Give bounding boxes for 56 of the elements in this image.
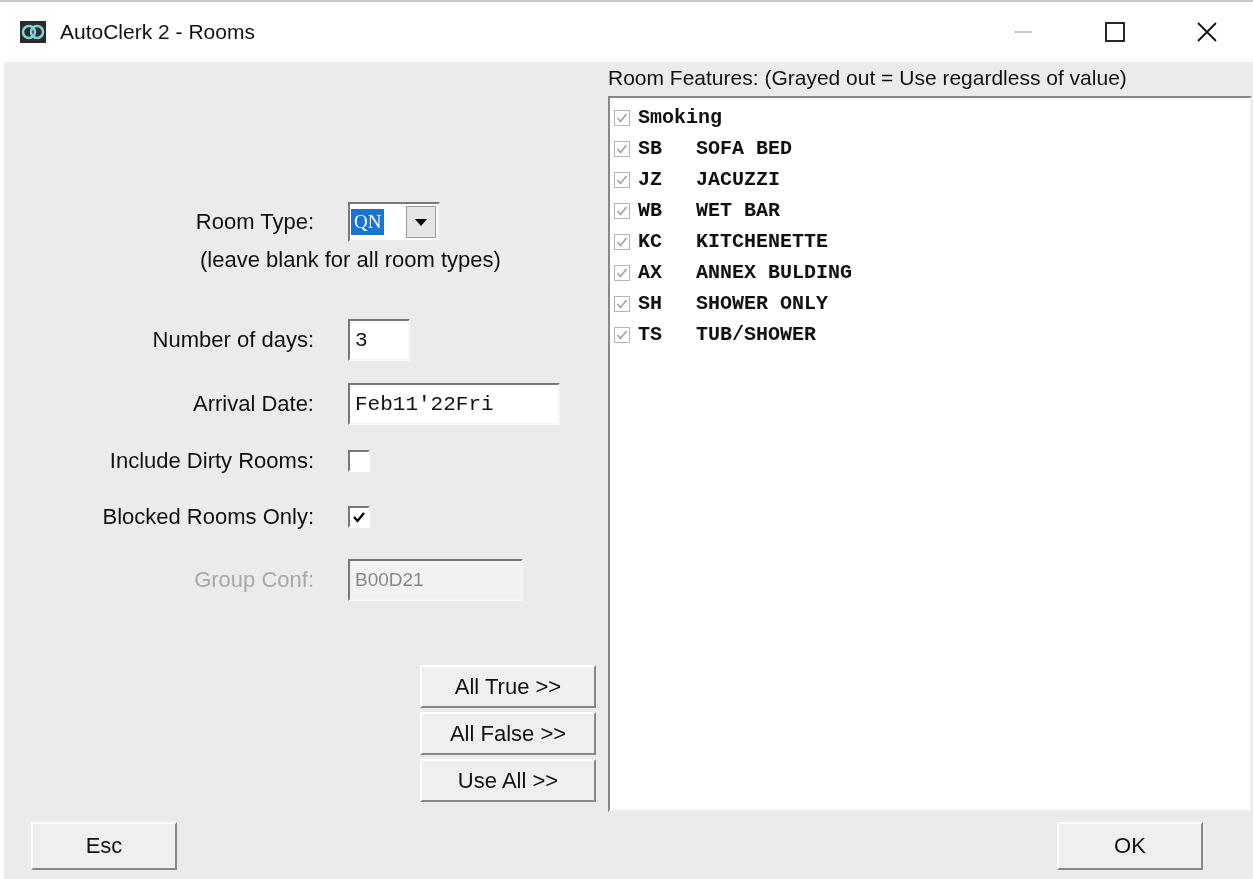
checkbox[interactable] [614, 233, 630, 250]
close-icon [1196, 21, 1218, 43]
field-label: Include Dirty Rooms: [108, 448, 314, 474]
feature-name: TUB/SHOWER [696, 323, 817, 346]
feature-name: JACUZZI [696, 168, 780, 191]
checkbox[interactable] [614, 109, 630, 126]
feature-name: SHOWER ONLY [696, 292, 829, 315]
feature-item[interactable]: Smoking [614, 102, 722, 133]
feature-code: SH [638, 292, 663, 315]
dropdown-value: QN [351, 209, 385, 235]
checkbox[interactable] [348, 506, 370, 528]
feature-item[interactable]: WB WET BAR [614, 195, 780, 226]
checkbox[interactable] [614, 264, 630, 281]
checkbox[interactable] [614, 171, 630, 188]
esc-button[interactable]: Esc [31, 822, 177, 870]
text-field[interactable]: 3 [348, 319, 410, 361]
app-logo-icon [20, 21, 46, 43]
minimize-icon [1014, 31, 1032, 33]
feature-code: AX [638, 261, 663, 284]
text-field[interactable]: Feb11'22Fri [348, 383, 560, 425]
feature-code: WB [638, 199, 663, 222]
feature-item[interactable]: SB SOFA BED [614, 133, 792, 164]
feature-item[interactable]: AX ANNEX BULDING [614, 257, 853, 288]
feature-code: TS [638, 323, 663, 346]
feature-item[interactable]: TS TUB/SHOWER [614, 319, 817, 350]
checkmark-icon [352, 510, 366, 524]
field-label: Room Type: [194, 209, 314, 235]
hint-text: (leave blank for all room types) [199, 247, 502, 274]
feature-item[interactable]: JZ JACUZZI [614, 164, 780, 195]
feature-code: Smoking [638, 106, 722, 129]
feature-name: KITCHENETTE [696, 230, 829, 253]
field-label: Number of days: [151, 327, 314, 353]
field-label: Arrival Date: [191, 391, 314, 417]
field-label: Blocked Rooms Only: [101, 504, 314, 530]
feature-item[interactable]: SH SHOWER ONLY [614, 288, 829, 319]
ok-button[interactable]: OK [1057, 822, 1203, 870]
maximize-icon [1104, 21, 1126, 43]
feature-name: WET BAR [696, 199, 780, 222]
checkbox[interactable] [614, 326, 630, 343]
feature-code: JZ [638, 168, 663, 191]
window-title: AutoClerk 2 - Rooms [60, 20, 255, 44]
feature-name: ANNEX BULDING [696, 261, 853, 284]
room-type-dropdown[interactable]: QN [348, 202, 440, 242]
checkbox[interactable] [614, 140, 630, 157]
checkbox[interactable] [614, 295, 630, 312]
feature-name: SOFA BED [696, 137, 792, 160]
features-title: Room Features: (Grayed out = Use regardless of value) [608, 66, 1128, 91]
set-features-button[interactable]: All True >> [420, 665, 596, 708]
feature-code: SB [638, 137, 663, 160]
checkbox[interactable] [348, 450, 370, 472]
field-label: Group Conf: [193, 567, 314, 593]
set-features-button[interactable]: Use All >> [420, 759, 596, 802]
checkbox[interactable] [614, 202, 630, 219]
set-features-button[interactable]: All False >> [420, 712, 596, 755]
feature-code: KC [638, 230, 663, 253]
feature-item[interactable]: KC KITCHENETTE [614, 226, 829, 257]
